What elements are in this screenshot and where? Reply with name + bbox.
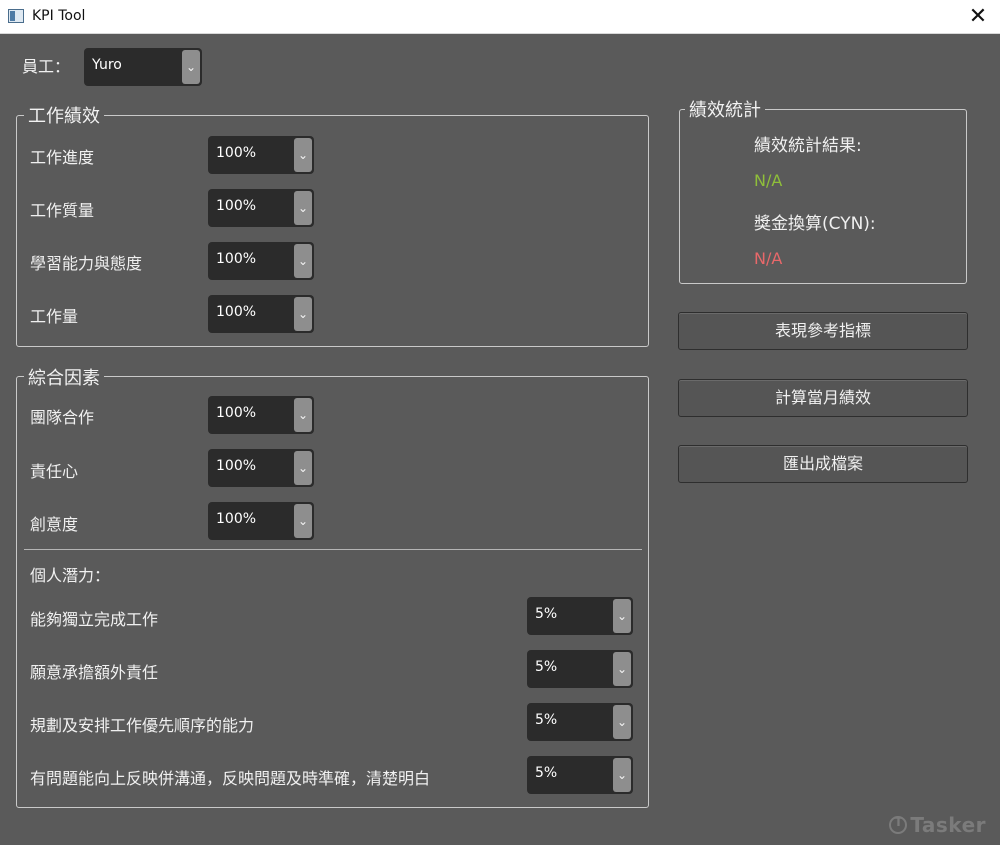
employee-select-value: Yuro <box>92 57 122 73</box>
overall-factors-title: 綜合因素 <box>24 364 104 390</box>
chevron-down-icon[interactable]: ⌄ <box>613 705 631 739</box>
communication-label: 有問題能向上反映併溝通，反映問題及時準確，清楚明白 <box>30 769 431 788</box>
bonus-label: 獎金換算(CYN): <box>754 214 876 234</box>
teamwork-label: 團隊合作 <box>30 408 95 427</box>
learning-attitude-value: 100% <box>216 251 257 267</box>
title-bar: KPI Tool ✕ <box>0 0 1000 34</box>
calculate-month-button[interactable]: 計算當月績效 <box>678 379 968 417</box>
creativity-select[interactable]: 100% ⌄ <box>208 502 314 540</box>
prioritization-value: 5% <box>535 712 558 728</box>
extra-responsibility-label: 願意承擔額外責任 <box>30 663 159 682</box>
export-file-button[interactable]: 匯出成檔案 <box>678 445 968 483</box>
tasker-watermark: Tasker <box>889 813 986 837</box>
extra-responsibility-select[interactable]: 5% ⌄ <box>527 650 633 688</box>
communication-select[interactable]: 5% ⌄ <box>527 756 633 794</box>
watermark-text: Tasker <box>910 813 986 837</box>
communication-value: 5% <box>535 765 558 781</box>
prioritization-select[interactable]: 5% ⌄ <box>527 703 633 741</box>
overall-factors-group <box>16 376 649 808</box>
work-quality-select[interactable]: 100% ⌄ <box>208 189 314 227</box>
chevron-down-icon[interactable]: ⌄ <box>613 599 631 633</box>
chevron-down-icon[interactable]: ⌄ <box>294 191 312 225</box>
chevron-down-icon[interactable]: ⌄ <box>294 504 312 538</box>
chevron-down-icon[interactable]: ⌄ <box>613 758 631 792</box>
chevron-down-icon[interactable]: ⌄ <box>182 50 200 84</box>
prioritization-label: 規劃及安排工作優先順序的能力 <box>30 716 255 735</box>
work-performance-group <box>16 115 649 347</box>
bonus-value: N/A <box>754 249 783 268</box>
teamwork-select[interactable]: 100% ⌄ <box>208 396 314 434</box>
learning-attitude-label: 學習能力與態度 <box>30 254 143 273</box>
independent-work-label: 能夠獨立完成工作 <box>30 610 159 629</box>
extra-responsibility-value: 5% <box>535 659 558 675</box>
creativity-value: 100% <box>216 511 257 527</box>
learning-attitude-select[interactable]: 100% ⌄ <box>208 242 314 280</box>
workload-value: 100% <box>216 304 257 320</box>
stats-result-value: N/A <box>754 171 783 190</box>
work-progress-select[interactable]: 100% ⌄ <box>208 136 314 174</box>
chevron-down-icon[interactable]: ⌄ <box>294 451 312 485</box>
potential-label: 個人潛力： <box>30 566 111 585</box>
stats-title: 績效統計 <box>685 96 765 122</box>
work-progress-label: 工作進度 <box>30 148 95 167</box>
window-title: KPI Tool <box>32 8 86 24</box>
work-progress-value: 100% <box>216 145 257 161</box>
close-icon[interactable]: ✕ <box>964 3 992 31</box>
chevron-down-icon[interactable]: ⌄ <box>294 398 312 432</box>
potential-divider <box>24 549 642 550</box>
workload-select[interactable]: 100% ⌄ <box>208 295 314 333</box>
stats-result-label: 績效統計結果: <box>754 136 862 156</box>
independent-work-value: 5% <box>535 606 558 622</box>
independent-work-select[interactable]: 5% ⌄ <box>527 597 633 635</box>
chevron-down-icon[interactable]: ⌄ <box>613 652 631 686</box>
responsibility-label: 責任心 <box>30 462 79 481</box>
work-quality-label: 工作質量 <box>30 201 95 220</box>
creativity-label: 創意度 <box>30 515 79 534</box>
work-performance-title: 工作績效 <box>24 102 104 128</box>
chevron-down-icon[interactable]: ⌄ <box>294 138 312 172</box>
responsibility-value: 100% <box>216 458 257 474</box>
chevron-down-icon[interactable]: ⌄ <box>294 244 312 278</box>
employee-select[interactable]: Yuro ⌄ <box>84 48 202 86</box>
responsibility-select[interactable]: 100% ⌄ <box>208 449 314 487</box>
tasker-logo-icon <box>889 815 908 834</box>
work-quality-value: 100% <box>216 198 257 214</box>
workload-label: 工作量 <box>30 307 79 326</box>
employee-label: 員工： <box>22 57 71 76</box>
chevron-down-icon[interactable]: ⌄ <box>294 297 312 331</box>
reference-metrics-button[interactable]: 表現參考指標 <box>678 312 968 350</box>
teamwork-value: 100% <box>216 405 257 421</box>
app-window-icon <box>8 9 24 23</box>
